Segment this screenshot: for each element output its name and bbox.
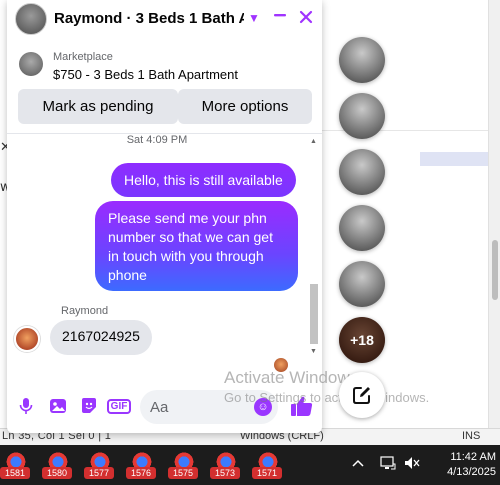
statusbar-ins: INS — [462, 430, 481, 442]
messenger-chat-window: Raymond · 3 Beds 1 Bath A... ▼ Marketpla… — [7, 0, 322, 433]
system-clock[interactable]: 11:42 AM 4/13/2025 — [426, 450, 496, 480]
sender-avatar[interactable] — [14, 326, 40, 352]
taskbar-app[interactable]: 1581 — [0, 449, 30, 481]
message-timestamp: Sat 4:09 PM — [126, 134, 188, 146]
contact-avatar[interactable] — [15, 3, 47, 35]
taskbar-app[interactable]: 1577 — [84, 449, 114, 481]
chat-head-avatar[interactable] — [339, 149, 385, 195]
microphone-icon[interactable] — [15, 395, 37, 417]
clock-date: 4/13/2025 — [447, 466, 496, 478]
taskbar-app-badge: 1573 — [210, 467, 240, 479]
taskbar-app[interactable]: 1571 — [252, 449, 282, 481]
seen-indicator-avatar — [274, 358, 288, 372]
close-icon[interactable] — [295, 6, 317, 30]
background-divider — [300, 130, 488, 131]
taskbar-app-badge: 1580 — [42, 467, 72, 479]
taskbar-app[interactable]: 1580 — [42, 449, 72, 481]
marketplace-listing[interactable]: Marketplace $750 - 3 Beds 1 Bath Apartme… — [7, 46, 322, 84]
marketplace-label: Marketplace — [53, 51, 113, 63]
taskbar-app-badge: 1571 — [252, 467, 282, 479]
photo-icon[interactable] — [47, 395, 69, 417]
message-input-placeholder: Aa — [150, 399, 169, 416]
emoji-icon[interactable]: ☺ — [254, 398, 272, 416]
chevron-down-icon[interactable]: ▼ — [243, 6, 265, 30]
new-message-button[interactable] — [339, 372, 385, 418]
scrollbar-thumb[interactable] — [492, 240, 498, 300]
clock-time: 11:42 AM — [450, 451, 496, 463]
thumbs-up-icon[interactable] — [290, 395, 314, 417]
chat-head-avatar[interactable] — [339, 37, 385, 83]
windows-taskbar: 1581 1580 1577 1576 1575 1573 1571 11:42… — [0, 445, 500, 485]
taskbar-app-badge: 1575 — [168, 467, 198, 479]
chat-head-avatar[interactable] — [339, 261, 385, 307]
gif-icon[interactable]: GIF — [106, 395, 132, 417]
minimize-icon[interactable] — [269, 6, 291, 30]
chat-head-avatar[interactable] — [339, 93, 385, 139]
listing-thumbnail — [19, 52, 43, 76]
chat-head-avatar[interactable] — [339, 205, 385, 251]
messages-scrollbar[interactable]: ▲ ▼ — [309, 134, 319, 370]
sender-name: Raymond — [61, 305, 109, 317]
taskbar-app[interactable]: 1575 — [168, 449, 198, 481]
more-chats-head[interactable]: +18 — [339, 317, 385, 363]
background-scrollbar[interactable] — [488, 0, 500, 430]
taskbar-app[interactable]: 1573 — [210, 449, 240, 481]
outgoing-message: Please send me your phn number so that w… — [95, 201, 298, 291]
volume-muted-icon[interactable] — [404, 456, 420, 473]
incoming-message: 2167024925 — [50, 320, 152, 355]
taskbar-app[interactable]: 1576 — [126, 449, 156, 481]
sticker-icon[interactable] — [78, 395, 100, 417]
taskbar-app-badge: 1576 — [126, 467, 156, 479]
more-options-button[interactable]: More options — [178, 89, 312, 124]
message-composer: GIF Aa ☺ — [7, 383, 322, 431]
taskbar-app-badge: 1577 — [84, 467, 114, 479]
outgoing-message: Hello, this is still available — [111, 163, 296, 197]
messages-scroll-thumb[interactable] — [310, 284, 318, 344]
mark-as-pending-button[interactable]: Mark as pending — [18, 89, 178, 124]
scroll-down-arrow-icon[interactable]: ▼ — [310, 348, 317, 355]
taskbar-app-badge: 1581 — [0, 467, 30, 479]
more-chats-count: +18 — [350, 332, 374, 348]
scroll-up-arrow-icon[interactable]: ▲ — [310, 138, 317, 145]
network-icon[interactable] — [380, 456, 396, 473]
background-selection-highlight — [420, 152, 488, 166]
gif-label: GIF — [106, 398, 132, 414]
compose-icon — [353, 387, 370, 404]
chevron-up-icon[interactable] — [352, 456, 364, 471]
listing-price-title: $750 - 3 Beds 1 Bath Apartment — [53, 67, 239, 82]
chat-header: Raymond · 3 Beds 1 Bath A... ▼ — [7, 0, 322, 38]
chat-title[interactable]: Raymond · 3 Beds 1 Bath A... — [54, 10, 244, 27]
